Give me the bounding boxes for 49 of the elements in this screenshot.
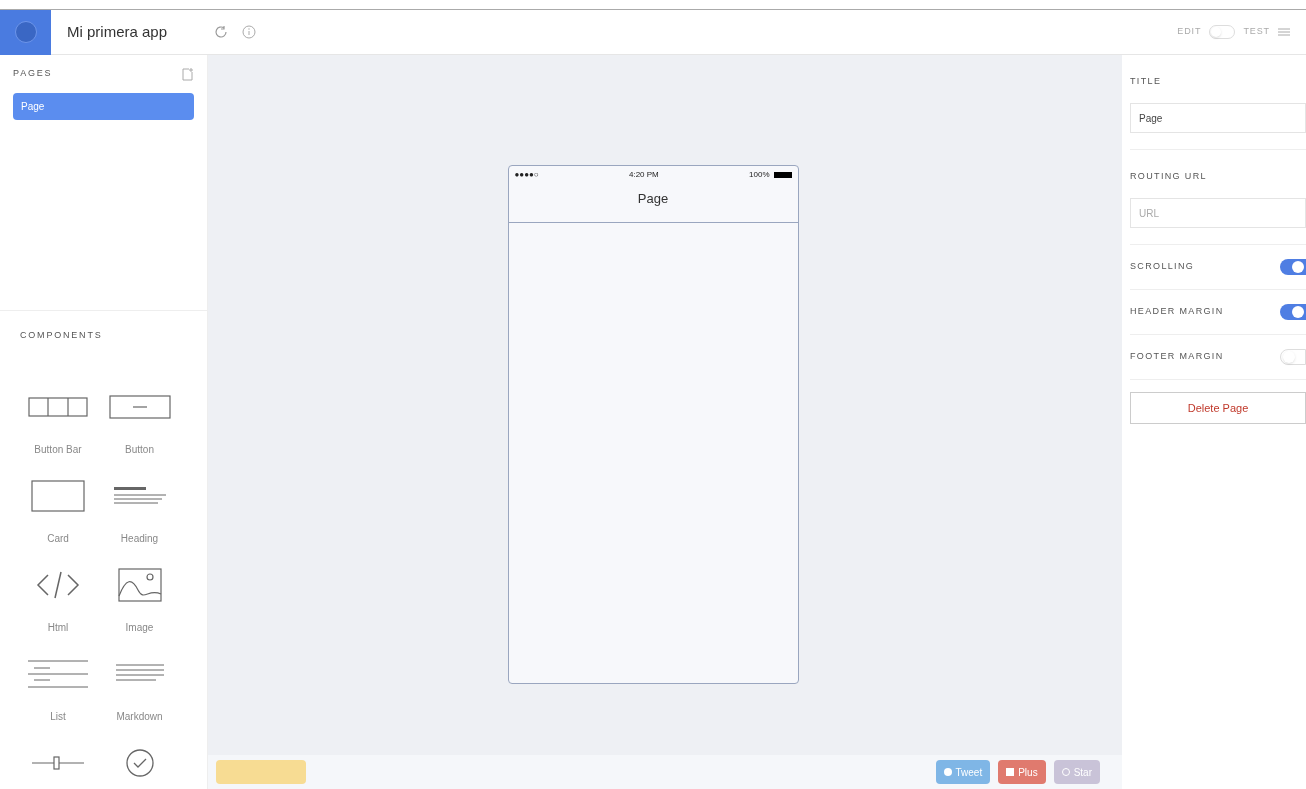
status-time: 4:20 PM: [628, 169, 659, 181]
component-label[interactable]: Button Bar: [34, 442, 82, 457]
promo-button[interactable]: [216, 760, 306, 784]
toggle-label: FOOTER MARGIN: [1130, 350, 1224, 364]
components-heading: COMPONENTS: [20, 330, 103, 340]
component-label[interactable]: Image: [125, 620, 154, 635]
component-label[interactable]: List: [50, 709, 66, 724]
image-icon: [117, 568, 162, 602]
test-label: TEST: [1243, 25, 1270, 39]
toggle-switch[interactable]: [1280, 349, 1306, 365]
component-label[interactable]: Button: [125, 442, 154, 457]
battery-text: 100%: [749, 169, 770, 181]
plus-icon: [1006, 768, 1015, 776]
code-icon: [36, 569, 80, 601]
edit-label: EDIT: [1177, 25, 1202, 39]
page-item[interactable]: Page: [13, 93, 194, 120]
phone-page-title: Page: [637, 190, 669, 208]
list-icon: [28, 659, 88, 689]
share-button[interactable]: Plus: [998, 760, 1046, 784]
signal-indicator: ●●●●○: [514, 169, 539, 181]
toggle-switch[interactable]: [1280, 304, 1306, 320]
mode-switch[interactable]: [1209, 25, 1236, 39]
slider-icon: [32, 754, 84, 772]
card-icon: [31, 480, 85, 512]
toggle-switch[interactable]: [1280, 259, 1306, 275]
check-circle-icon: [124, 748, 155, 778]
app-name: Mi primera app: [67, 21, 168, 42]
menu-icon[interactable]: [1278, 27, 1290, 37]
toggle-label: SCROLLING: [1130, 260, 1195, 274]
add-page-icon[interactable]: [182, 67, 194, 81]
button-bar-icon: [28, 395, 88, 419]
component-label[interactable]: Markdown: [116, 709, 163, 724]
button-icon: [108, 394, 171, 420]
toggle-label: HEADER MARGIN: [1130, 305, 1224, 319]
refresh-icon[interactable]: [213, 24, 230, 40]
share-button[interactable]: Tweet: [935, 760, 991, 784]
app-logo[interactable]: [0, 9, 51, 55]
info-icon[interactable]: [241, 24, 258, 40]
routing-url-field[interactable]: URL: [1130, 198, 1306, 228]
pages-heading: PAGES: [13, 67, 53, 81]
title-label: TITLE: [1130, 76, 1162, 86]
component-label[interactable]: Card: [47, 531, 69, 546]
routing-url-label: ROUTING URL: [1130, 171, 1207, 181]
title-field[interactable]: Page: [1130, 103, 1306, 133]
component-label[interactable]: Html: [47, 620, 69, 635]
delete-page-button[interactable]: Delete Page: [1130, 392, 1306, 424]
battery-icon: [773, 172, 792, 178]
component-label[interactable]: Heading: [120, 531, 159, 546]
heading-icon: [113, 485, 166, 507]
